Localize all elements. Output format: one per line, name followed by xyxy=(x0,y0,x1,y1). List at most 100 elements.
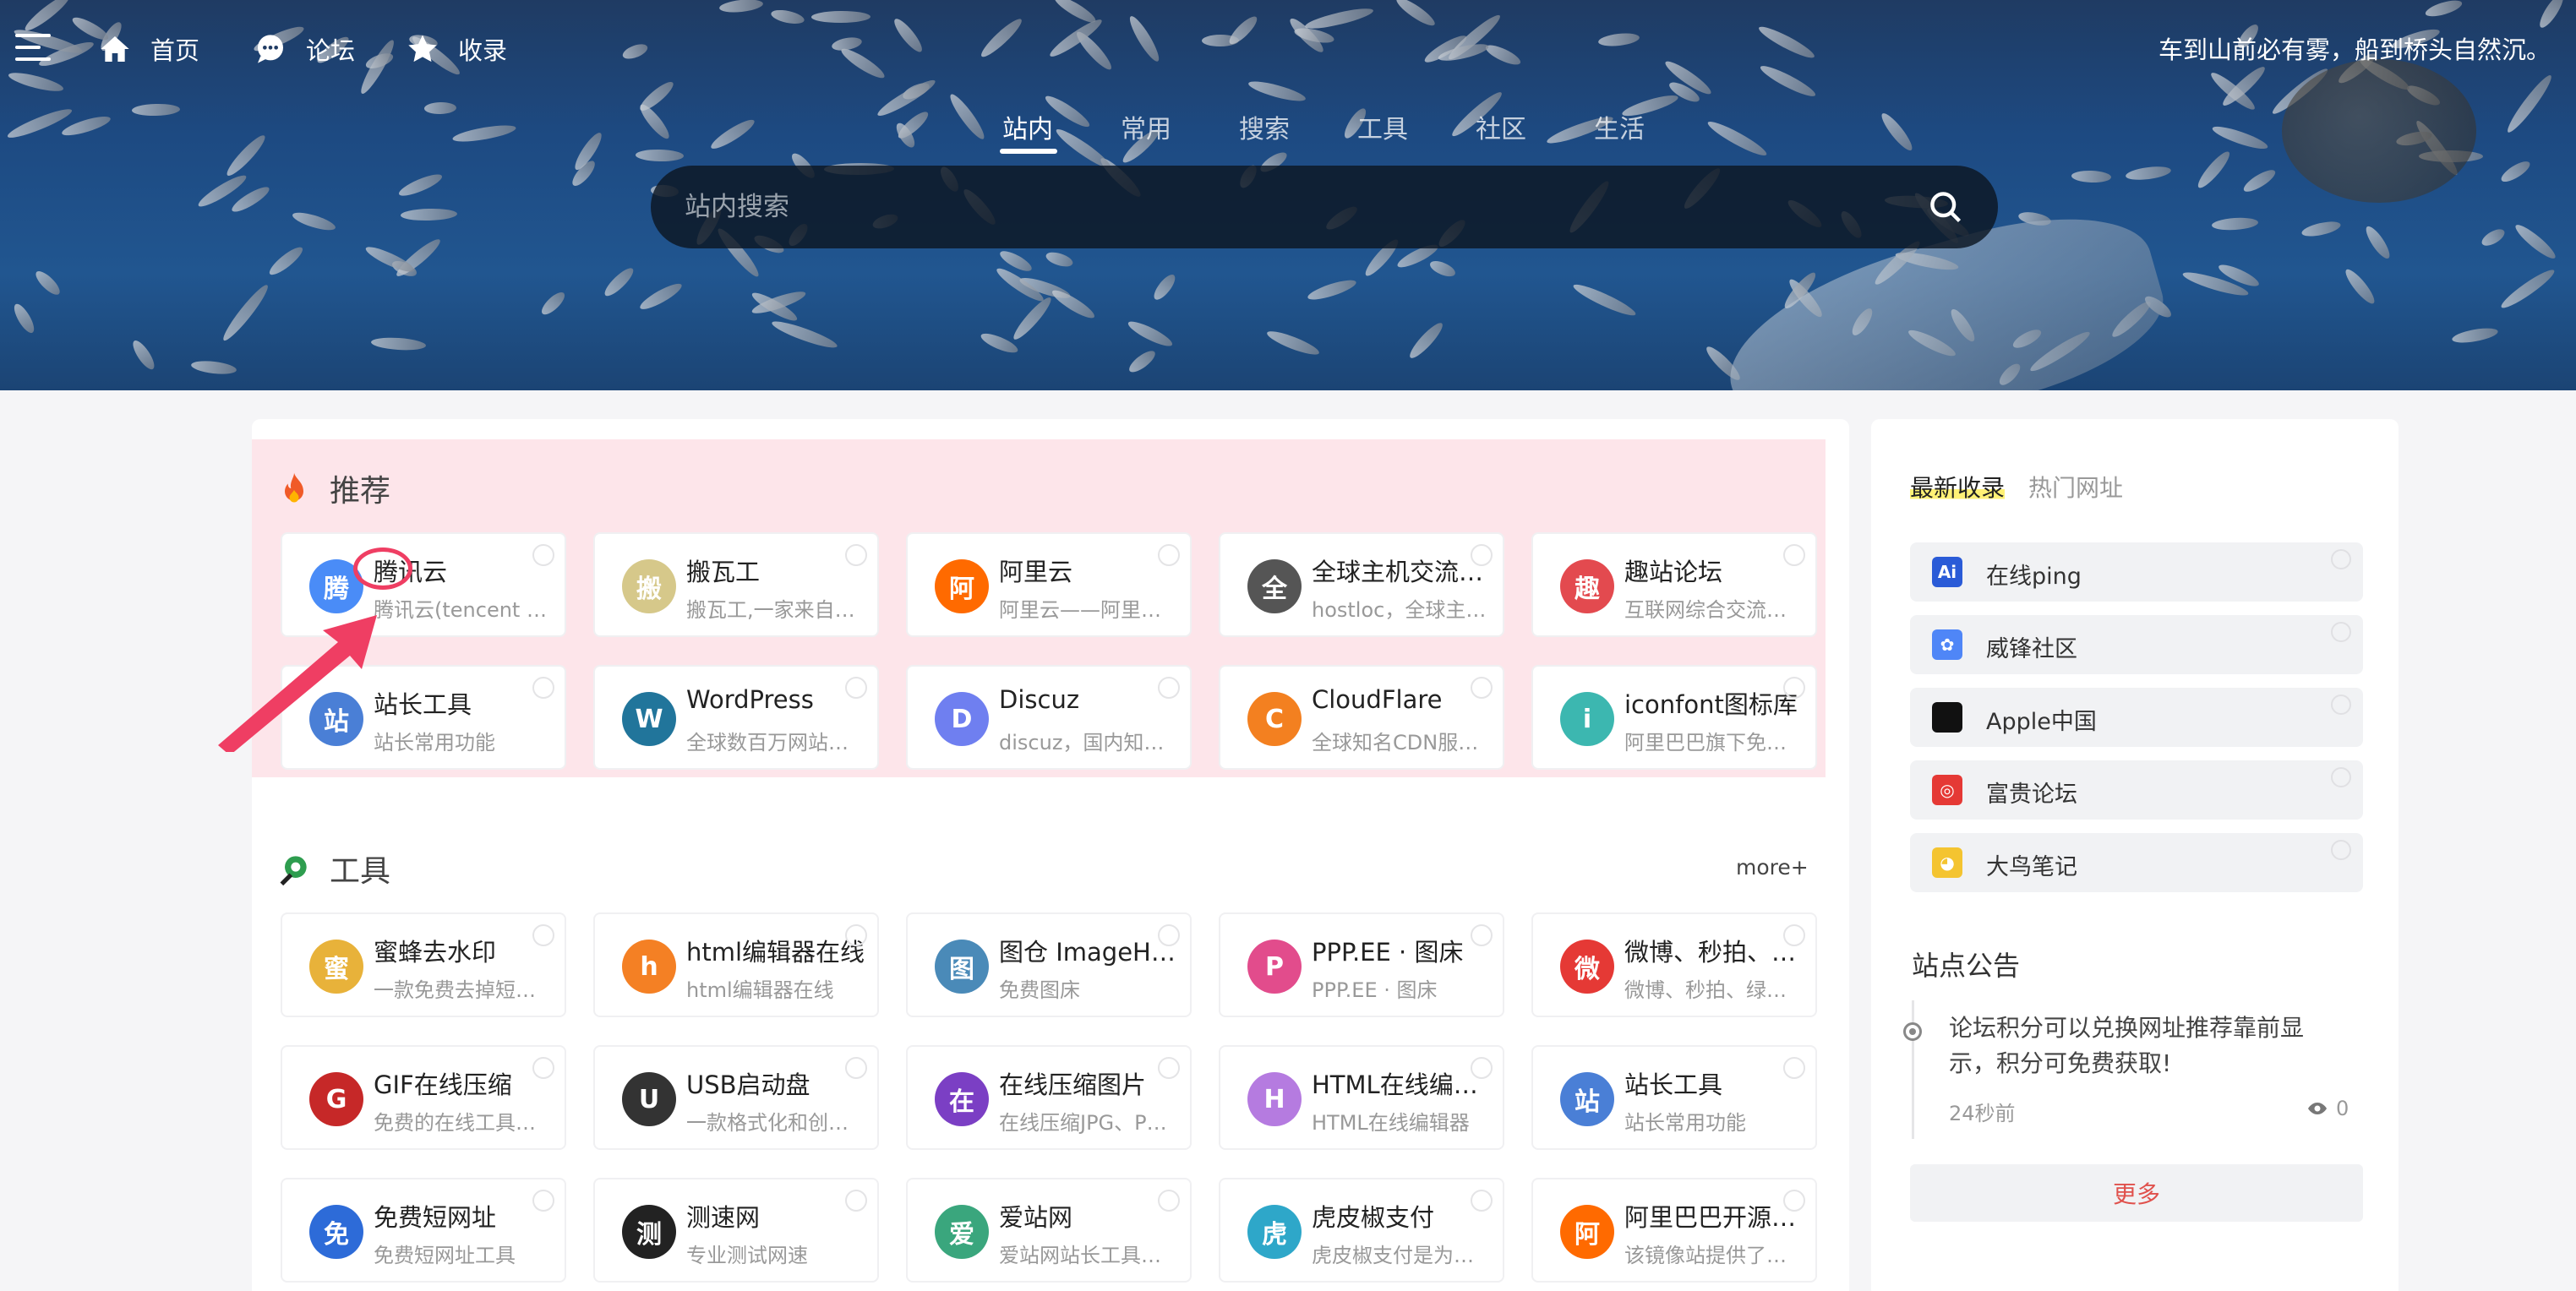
site-slogan: 车到山前必有雾，船到桥头自然沉。 xyxy=(2158,35,2551,64)
fish-shape xyxy=(10,301,38,336)
tab-life[interactable]: 生活 xyxy=(1594,108,1645,145)
go-arrow-icon[interactable] xyxy=(1158,924,1180,946)
site-description: html编辑器在线 xyxy=(686,978,834,1002)
nav-favorites-label: 收录 xyxy=(458,36,508,65)
sidebar-item[interactable]: ◕ 大鸟笔记 xyxy=(1910,833,2363,892)
site-title: html编辑器在线 xyxy=(686,938,865,967)
fish-shape xyxy=(2512,221,2559,263)
site-card[interactable]: 测测速网 专业测试网速 xyxy=(593,1178,879,1283)
sidebar-item[interactable]: Apple中国 xyxy=(1910,688,2363,747)
notice-more-button[interactable]: 更多 xyxy=(1910,1164,2363,1222)
fish-shape xyxy=(2194,148,2234,192)
site-title: Discuz xyxy=(999,685,1080,714)
go-arrow-icon[interactable] xyxy=(1783,1190,1805,1212)
go-arrow-icon[interactable] xyxy=(1783,544,1805,566)
site-card[interactable]: P PPP.EE · 图床 PPP.EE · 图床 xyxy=(1219,912,1504,1017)
top-nav: 首页 论坛 收录 车到山前必有雾，船到桥头自然沉。 xyxy=(0,0,2576,98)
go-arrow-icon[interactable] xyxy=(2331,840,2351,860)
go-arrow-icon[interactable] xyxy=(2331,622,2351,642)
go-arrow-icon[interactable] xyxy=(2331,549,2351,569)
tab-common[interactable]: 常用 xyxy=(1121,108,1171,145)
fish-shape xyxy=(2479,226,2508,249)
tab-community[interactable]: 社区 xyxy=(1476,108,1526,145)
site-card[interactable]: 免免费短网址 免费短网址工具 xyxy=(281,1178,566,1283)
tools-more-link[interactable]: more+ xyxy=(1736,855,1809,880)
notice-text[interactable]: 论坛积分可以兑换网址推荐靠前显示，积分可免费获取! xyxy=(1949,1010,2338,1081)
site-title: GIF在线压缩 xyxy=(374,1070,512,1099)
go-arrow-icon[interactable] xyxy=(1158,544,1180,566)
go-arrow-icon[interactable] xyxy=(532,677,554,699)
sidebar-item[interactable]: ◎ 富贵论坛 xyxy=(1910,760,2363,820)
h-letter-icon: H xyxy=(1247,1072,1302,1126)
fish-shape xyxy=(32,268,64,299)
go-arrow-icon[interactable] xyxy=(1158,1057,1180,1079)
go-arrow-icon[interactable] xyxy=(845,544,867,566)
site-card[interactable]: 趣趣站论坛 互联网综合交流论坛 xyxy=(1531,532,1817,637)
go-arrow-icon[interactable] xyxy=(1471,1057,1493,1079)
nav-forum[interactable]: 论坛 xyxy=(254,25,355,73)
nav-favorites[interactable]: 收录 xyxy=(406,25,507,73)
tab-hot-sites[interactable]: 热门网址 xyxy=(2028,470,2123,504)
go-arrow-icon[interactable] xyxy=(1471,1190,1493,1212)
go-arrow-icon[interactable] xyxy=(1471,924,1493,946)
go-arrow-icon[interactable] xyxy=(1783,677,1805,699)
site-card[interactable]: G GIF在线压缩免费的在线工具，压缩GIF xyxy=(281,1045,566,1150)
search-icon[interactable] xyxy=(1927,188,1964,226)
site-title: 虎皮椒支付 xyxy=(1312,1203,1435,1232)
go-arrow-icon[interactable] xyxy=(1783,1057,1805,1079)
go-arrow-icon[interactable] xyxy=(1471,544,1493,566)
site-card[interactable]: 爱爱站网 爱站网站长工具查询 xyxy=(906,1178,1192,1283)
site-card[interactable]: W WordPress 全球数百万网站使用的程序 xyxy=(593,665,879,770)
go-arrow-icon[interactable] xyxy=(845,677,867,699)
go-arrow-icon[interactable] xyxy=(1783,924,1805,946)
site-card[interactable]: 全全球主机交流论坛 hostloc，全球主机交流论坛 xyxy=(1219,532,1504,637)
menu-toggle-icon[interactable] xyxy=(15,34,51,63)
tab-tools[interactable]: 工具 xyxy=(1357,108,1408,145)
go-arrow-icon[interactable] xyxy=(845,924,867,946)
go-arrow-icon[interactable] xyxy=(532,544,554,566)
go-arrow-icon[interactable] xyxy=(2331,695,2351,715)
site-card[interactable]: 阿阿里巴巴开源镜像站该镜像站提供了多种开源镜像 xyxy=(1531,1178,1817,1283)
site-card[interactable]: 图图仓 ImageHost 免费图床 xyxy=(906,912,1192,1017)
site-card[interactable]: 阿阿里云阿里云——阿里巴巴集团旗下 xyxy=(906,532,1192,637)
usb-icon: U xyxy=(622,1072,676,1126)
go-arrow-icon[interactable] xyxy=(532,1057,554,1079)
go-arrow-icon[interactable] xyxy=(532,924,554,946)
sidebar-item[interactable]: Ai 在线ping xyxy=(1910,542,2363,602)
site-title: HTML在线编辑器 xyxy=(1312,1070,1491,1099)
site-description: 免费的在线工具，压缩GIF xyxy=(374,1111,553,1135)
site-card[interactable]: 在在线压缩图片在线压缩JPG、PNG图片 xyxy=(906,1045,1192,1150)
sidebar-item-label: Apple中国 xyxy=(1986,709,2097,735)
go-arrow-icon[interactable] xyxy=(532,1190,554,1212)
site-card[interactable]: C CloudFlare 全球知名CDN服务商 xyxy=(1219,665,1504,770)
chat-icon xyxy=(258,35,283,63)
site-card[interactable]: 虎虎皮椒支付虎皮椒支付是为个人开发者 xyxy=(1219,1178,1504,1283)
site-card[interactable]: i iconfont图标库阿里巴巴旗下免费图标库 xyxy=(1531,665,1817,770)
site-card[interactable]: 蜜蜜蜂去水印一款免费去掉短视频水印工具 xyxy=(281,912,566,1017)
fish-shape xyxy=(451,123,517,145)
sidebar-item[interactable]: ✿ 威锋社区 xyxy=(1910,615,2363,674)
go-arrow-icon[interactable] xyxy=(1158,677,1180,699)
go-arrow-icon[interactable] xyxy=(845,1190,867,1212)
annotation-arrow xyxy=(218,615,377,752)
fish-shape xyxy=(424,101,457,115)
nav-home[interactable]: 首页 xyxy=(98,25,199,73)
go-arrow-icon[interactable] xyxy=(1471,677,1493,699)
notice-views: 0 xyxy=(2307,1097,2349,1120)
go-arrow-icon[interactable] xyxy=(2331,767,2351,787)
site-card[interactable]: 站站长工具 站长常用功能 xyxy=(1531,1045,1817,1150)
site-card[interactable]: 搬搬瓦工搬瓦工,一家来自美国的主机商 xyxy=(593,532,879,637)
tab-search[interactable]: 搜索 xyxy=(1239,108,1290,145)
search-input[interactable] xyxy=(685,192,1927,222)
site-card[interactable]: D Discuz discuz，国内知名论坛程序 xyxy=(906,665,1192,770)
go-arrow-icon[interactable] xyxy=(1158,1190,1180,1212)
site-card[interactable]: H HTML在线编辑器 HTML在线编辑器 xyxy=(1219,1045,1504,1150)
site-card[interactable]: 微微博、秒拍、绿洲视频下载微博、秒拍、绿洲视频下载 xyxy=(1531,912,1817,1017)
go-arrow-icon[interactable] xyxy=(845,1057,867,1079)
tab-latest-added[interactable]: 最新收录 xyxy=(1910,470,2006,504)
fire-icon xyxy=(285,472,303,503)
bee-icon: 蜜 xyxy=(309,940,363,994)
tab-site[interactable]: 站内 xyxy=(1002,108,1053,145)
site-card[interactable]: U USB启动盘一款格式化和创建USB启动盘 xyxy=(593,1045,879,1150)
site-card[interactable]: h html编辑器在线 html编辑器在线 xyxy=(593,912,879,1017)
